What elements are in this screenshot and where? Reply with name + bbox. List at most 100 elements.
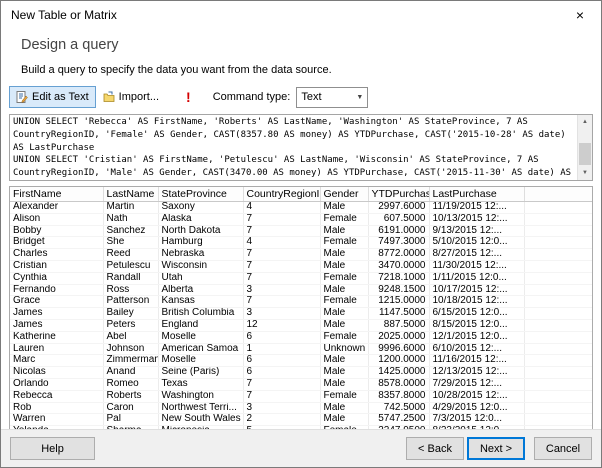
grid-cell: Marc bbox=[10, 354, 104, 368]
grid-cell: 4/29/2015 12:0... bbox=[429, 402, 525, 415]
grid-cell: Male bbox=[320, 201, 369, 214]
grid-cell: 607.5000 bbox=[368, 213, 430, 226]
grid-cell: 6/10/2015 12:... bbox=[429, 343, 525, 356]
grid-cell-filler bbox=[524, 331, 592, 344]
grid-cell: 7 bbox=[243, 390, 321, 403]
grid-cell: 7497.3000 bbox=[368, 236, 430, 250]
grid-cell-filler bbox=[524, 354, 592, 368]
table-row[interactable]: Warren Pal New South Wales 2 Male 5747.2500 7/… bbox=[10, 413, 592, 427]
table-row[interactable]: Rebecca Roberts Washington 7 Female 8357.8000… bbox=[10, 390, 592, 403]
wizard-footer: Help < Back Next > Cancel bbox=[1, 429, 601, 467]
grid-cell: Abel bbox=[103, 331, 159, 344]
grid-cell: Rob bbox=[10, 402, 104, 415]
table-row[interactable]: Grace Patterson Kansas 7 Female 1215.0000 10/1… bbox=[10, 295, 592, 309]
grid-cell: Romeo bbox=[103, 378, 159, 391]
grid-cell: 6 bbox=[243, 366, 321, 379]
column-header-lastpurchase[interactable]: LastPurchase bbox=[429, 187, 525, 202]
table-row[interactable]: Lauren Johnson American Samoa 1 Unknown 9996.… bbox=[10, 343, 592, 356]
scroll-thumb[interactable] bbox=[579, 143, 591, 165]
table-row[interactable]: James Peters England 12 Male 887.5000 8/15/201… bbox=[10, 319, 592, 332]
table-row[interactable]: Orlando Romeo Texas 7 Male 8578.0000 7/29/2015… bbox=[10, 378, 592, 391]
query-scrollbar[interactable]: ▲ ▼ bbox=[577, 115, 592, 180]
grid-cell: James bbox=[10, 307, 104, 320]
grid-cell: North Dakota bbox=[158, 225, 244, 238]
query-text-editor[interactable]: UNION SELECT 'Rebecca' AS FirstName, 'Ro… bbox=[10, 115, 577, 180]
help-button[interactable]: Help bbox=[10, 437, 95, 460]
scroll-up-icon[interactable]: ▲ bbox=[578, 115, 592, 129]
column-header-filler bbox=[524, 187, 592, 202]
grid-cell: Male bbox=[320, 307, 369, 320]
table-row[interactable]: Marc Zimmerman Moselle 6 Male 1200.0000 11/16/… bbox=[10, 354, 592, 368]
grid-cell-filler bbox=[524, 295, 592, 309]
grid-cell: Cristian bbox=[10, 260, 104, 273]
cancel-button[interactable]: Cancel bbox=[534, 437, 592, 460]
page-title: Design a query bbox=[21, 37, 119, 53]
grid-cell: 8/15/2015 12:0... bbox=[429, 319, 525, 332]
scroll-down-icon[interactable]: ▼ bbox=[578, 166, 592, 180]
table-row[interactable]: Bobby Sanchez North Dakota 7 Male 6191.0000 9/… bbox=[10, 225, 592, 238]
grid-cell: Female bbox=[320, 390, 369, 403]
grid-cell: Pal bbox=[103, 413, 159, 427]
grid-cell: Caron bbox=[103, 402, 159, 415]
grid-cell-filler bbox=[524, 390, 592, 403]
grid-cell: 11/19/2015 12:... bbox=[429, 201, 525, 214]
grid-cell: 7 bbox=[243, 248, 321, 261]
column-header-countryregionid[interactable]: CountryRegionID bbox=[243, 187, 321, 202]
grid-cell: Male bbox=[320, 248, 369, 261]
back-button[interactable]: < Back bbox=[406, 437, 464, 460]
grid-cell-filler bbox=[524, 307, 592, 320]
query-toolbar: Edit as Text Import... ! Command type: T… bbox=[9, 85, 593, 109]
table-row[interactable]: Fernando Ross Alberta 3 Male 9248.1500 10/17/2… bbox=[10, 284, 592, 297]
grid-cell: 1425.0000 bbox=[368, 366, 430, 379]
table-row[interactable]: Katherine Abel Moselle 6 Female 2025.0000 12/1… bbox=[10, 331, 592, 344]
grid-cell: 7218.1000 bbox=[368, 272, 430, 285]
grid-cell: Hamburg bbox=[158, 236, 244, 250]
close-icon[interactable]: × bbox=[559, 1, 601, 29]
column-header-lastname[interactable]: LastName bbox=[103, 187, 159, 202]
grid-cell-filler bbox=[524, 213, 592, 226]
table-row[interactable]: Nicolas Anand Seine (Paris) 6 Male 1425.0000 1… bbox=[10, 366, 592, 379]
grid-cell: 10/17/2015 12:... bbox=[429, 284, 525, 297]
table-row[interactable]: Cristian Petulescu Wisconsin 7 Male 3470.0000… bbox=[10, 260, 592, 273]
grid-cell: Wisconsin bbox=[158, 260, 244, 273]
run-query-button[interactable]: ! bbox=[180, 86, 197, 108]
table-row[interactable]: Alison Nath Alaska 7 Female 607.5000 10/13/201… bbox=[10, 213, 592, 226]
grid-cell: Reed bbox=[103, 248, 159, 261]
column-header-stateprovince[interactable]: StateProvince bbox=[158, 187, 244, 202]
column-header-ytdpurchase[interactable]: YTDPurchase bbox=[368, 187, 430, 202]
table-row[interactable]: Rob Caron Northwest Terri... 3 Male 742.5000 4… bbox=[10, 402, 592, 415]
grid-cell: 10/13/2015 12:... bbox=[429, 213, 525, 226]
grid-cell: Alberta bbox=[158, 284, 244, 297]
grid-cell: Northwest Terri... bbox=[158, 402, 244, 415]
grid-cell-filler bbox=[524, 225, 592, 238]
grid-cell: 2025.0000 bbox=[368, 331, 430, 344]
table-row[interactable]: James Bailey British Columbia 3 Male 1147.500… bbox=[10, 307, 592, 320]
grid-cell: 7/29/2015 12:... bbox=[429, 378, 525, 391]
table-row[interactable]: Alexander Martin Saxony 4 Male 2997.6000 11/19… bbox=[10, 201, 592, 214]
table-row[interactable]: Charles Reed Nebraska 7 Male 8772.0000 8/27/20… bbox=[10, 248, 592, 261]
grid-cell: Female bbox=[320, 295, 369, 309]
grid-cell: 887.5000 bbox=[368, 319, 430, 332]
table-row[interactable]: Cynthia Randall Utah 7 Female 7218.1000 1/11/2… bbox=[10, 272, 592, 285]
column-header-firstname[interactable]: FirstName bbox=[10, 187, 104, 202]
grid-cell: Fernando bbox=[10, 284, 104, 297]
grid-cell: Anand bbox=[103, 366, 159, 379]
grid-cell: Katherine bbox=[10, 331, 104, 344]
grid-cell: Unknown bbox=[320, 343, 369, 356]
table-row[interactable]: Bridget She Hamburg 4 Female 7497.3000 5/10/20… bbox=[10, 236, 592, 250]
command-type-label: Command type: bbox=[212, 91, 291, 103]
grid-cell: 11/30/2015 12:... bbox=[429, 260, 525, 273]
grid-cell: 6191.0000 bbox=[368, 225, 430, 238]
titlebar: New Table or Matrix × bbox=[1, 1, 601, 29]
import-button[interactable]: Import... bbox=[96, 86, 166, 108]
edit-as-text-button[interactable]: Edit as Text bbox=[9, 86, 96, 108]
grid-cell: 7 bbox=[243, 225, 321, 238]
column-header-gender[interactable]: Gender bbox=[320, 187, 369, 202]
next-button[interactable]: Next > bbox=[467, 437, 525, 460]
grid-cell: Lauren bbox=[10, 343, 104, 356]
grid-cell: 7 bbox=[243, 272, 321, 285]
command-type-select[interactable]: Text ▼ bbox=[296, 86, 369, 108]
grid-cell: Female bbox=[320, 272, 369, 285]
grid-cell: Patterson bbox=[103, 295, 159, 309]
grid-cell: Male bbox=[320, 413, 369, 427]
